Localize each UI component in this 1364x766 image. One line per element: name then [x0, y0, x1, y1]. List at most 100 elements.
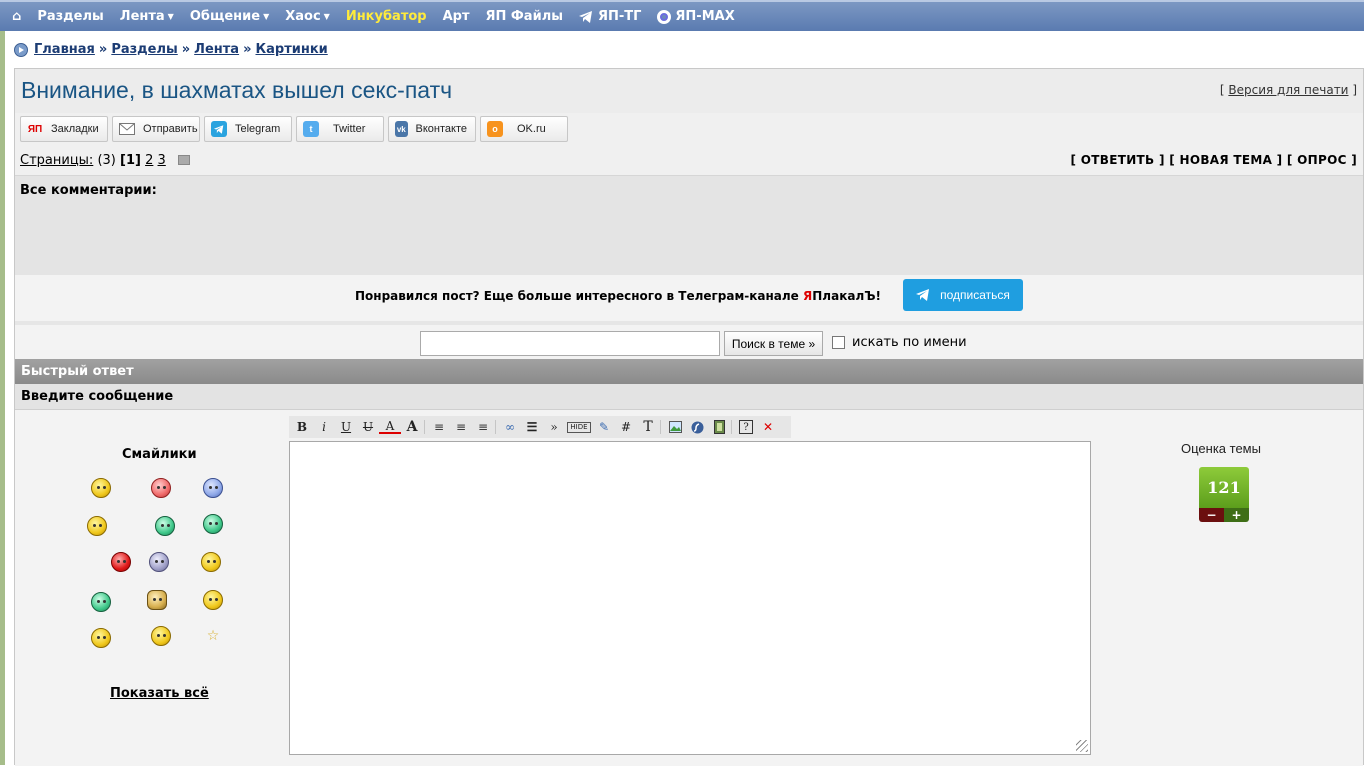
align-right-icon[interactable]: ≡ [472, 417, 494, 437]
share-bookmarks-button[interactable]: ЯП Закладки [20, 116, 108, 142]
pagination-page-3[interactable]: 3 [158, 153, 166, 168]
breadcrumb-lenta[interactable]: Лента [194, 42, 239, 57]
nav-item-yap-tg[interactable]: ЯП-ТГ [578, 9, 641, 24]
text-icon[interactable]: T [637, 417, 659, 437]
search-by-name-label: искать по имени [852, 335, 967, 350]
nav-item-obshchenie[interactable]: Общение ▼ [190, 9, 269, 24]
share-twitter-button[interactable]: t Twitter [296, 116, 384, 142]
smile-icon[interactable] [151, 626, 171, 646]
search-input[interactable] [420, 331, 720, 356]
align-center-icon[interactable]: ≡ [450, 417, 472, 437]
smile-icon[interactable] [91, 478, 111, 498]
search-by-name: искать по имени [832, 335, 967, 350]
enter-message-label: Введите сообщение [15, 384, 1363, 410]
smile-icon[interactable] [87, 516, 107, 536]
subscribe-button[interactable]: подписаться [903, 279, 1023, 311]
help-icon[interactable]: ? [739, 420, 753, 434]
search-in-topic-button[interactable]: Поиск в теме » [724, 331, 823, 356]
subscribe-mail-icon[interactable] [177, 155, 190, 165]
italic-icon[interactable]: i [313, 417, 335, 437]
smile-icon[interactable] [203, 478, 223, 498]
link-icon[interactable]: ∞ [499, 417, 521, 437]
search-by-name-checkbox[interactable] [832, 336, 845, 349]
nav-label: Лента [119, 9, 165, 24]
underline-icon[interactable]: U [335, 417, 357, 437]
breadcrumb: Главная » Разделы » Лента » Картинки [14, 42, 328, 57]
bold-icon[interactable]: B [291, 417, 313, 437]
rating-plus-button[interactable]: + [1224, 508, 1249, 522]
page-title: Внимание, в шахматах вышел секс-патч [21, 77, 453, 103]
nav-item-inkubator[interactable]: Инкубатор [346, 9, 427, 24]
nav-item-yap-files[interactable]: ЯП Файлы [486, 9, 563, 24]
smiles-title: Смайлики [122, 447, 197, 462]
share-send-button[interactable]: Отправить [112, 116, 200, 142]
align-left-icon[interactable]: ≡ [428, 417, 450, 437]
smile-icon[interactable] [91, 628, 111, 648]
font-size-icon[interactable]: A [401, 417, 423, 437]
quote-icon[interactable]: » [543, 417, 565, 437]
telegram-promo: Понравился пост? Еще больше интересного … [15, 275, 1363, 321]
breadcrumb-home[interactable]: Главная [34, 42, 95, 57]
nav-item-yap-max[interactable]: ЯП-MAX [657, 9, 735, 24]
smile-icon[interactable] [155, 516, 175, 536]
show-all-smiles-link[interactable]: Показать всё [110, 686, 209, 701]
twitter-icon: t [303, 121, 319, 137]
toolbar-divider [660, 420, 663, 434]
share-ok-button[interactable]: o OK.ru [480, 116, 568, 142]
smile-icon[interactable] [91, 592, 111, 612]
text-color-icon[interactable]: A [379, 419, 401, 434]
nav-item-lenta[interactable]: Лента ▼ [120, 9, 174, 24]
editor-toolbar: B i U U A A ≡ ≡ ≡ ∞ ☰ » HIDE ✎ # T ? ✕ [289, 416, 791, 438]
title-bar: Внимание, в шахматах вышел секс-патч [ В… [15, 69, 1363, 113]
topic-actions[interactable]: [ ОТВЕТИТЬ ] [ НОВАЯ ТЕМА ] [ ОПРОС ] [1071, 153, 1357, 167]
telegram-icon [578, 10, 592, 23]
comments-label: Все комментарии: [20, 183, 157, 198]
nav-label: Общение [189, 9, 261, 24]
rating-minus-button[interactable]: − [1199, 508, 1224, 522]
breadcrumb-sep: » [181, 42, 191, 57]
home-icon[interactable]: ⌂ [12, 9, 21, 24]
image-icon[interactable] [664, 417, 686, 437]
smile-icon[interactable] [203, 590, 223, 610]
play-icon [14, 42, 28, 57]
rating-buttons: − + [1199, 508, 1249, 522]
smile-icon[interactable] [151, 478, 171, 498]
share-label: Отправить [143, 123, 198, 135]
pagination-count: (3) [97, 153, 116, 168]
smile-icon[interactable] [147, 590, 167, 610]
nav-item-razdely[interactable]: Разделы [37, 9, 103, 24]
topic-panel: Внимание, в шахматах вышел секс-патч [ В… [14, 68, 1364, 766]
hide-icon[interactable]: HIDE [567, 421, 591, 433]
pencil-icon[interactable]: ✎ [593, 417, 615, 437]
share-vk-button[interactable]: vk Вконтакте [388, 116, 476, 142]
breadcrumb-razdely[interactable]: Разделы [111, 42, 177, 57]
smile-icon[interactable] [201, 552, 221, 572]
flash-icon[interactable] [686, 417, 708, 437]
star-smile-icon[interactable]: ☆ [203, 626, 223, 646]
resize-grip-icon[interactable] [1076, 740, 1088, 752]
print-version-link[interactable]: Версия для печати [1228, 83, 1348, 97]
nav-item-art[interactable]: Арт [443, 9, 470, 24]
topic-rating: 121 − + [1199, 467, 1249, 522]
pagination-label[interactable]: Страницы: [20, 153, 93, 168]
smile-icon[interactable] [203, 514, 223, 534]
pagination-page-2[interactable]: 2 [145, 153, 153, 168]
nav-item-khaos[interactable]: Хаос ▼ [285, 9, 330, 24]
smile-icon[interactable] [149, 552, 169, 572]
reply-editor-area: Смайлики ☆ Показать всё B i U U A A ≡ ≡ … [15, 410, 1363, 766]
share-telegram-button[interactable]: Telegram [204, 116, 292, 142]
video-icon[interactable] [708, 417, 730, 437]
list-icon[interactable]: ☰ [521, 417, 543, 437]
nav-label: ЯП-MAX [675, 9, 735, 24]
strikethrough-icon[interactable]: U [357, 417, 379, 437]
toolbar-divider [495, 420, 498, 434]
share-label: Twitter [333, 123, 366, 135]
share-label: OK.ru [517, 123, 546, 135]
smile-icon[interactable] [111, 552, 131, 572]
bracket: ] [1352, 83, 1357, 97]
promo-brand-rest: ПлакалЪ! [812, 289, 881, 303]
breadcrumb-kartinki[interactable]: Картинки [255, 42, 327, 57]
hash-icon[interactable]: # [615, 417, 637, 437]
close-icon[interactable]: ✕ [757, 417, 779, 437]
message-textarea[interactable] [289, 441, 1091, 755]
